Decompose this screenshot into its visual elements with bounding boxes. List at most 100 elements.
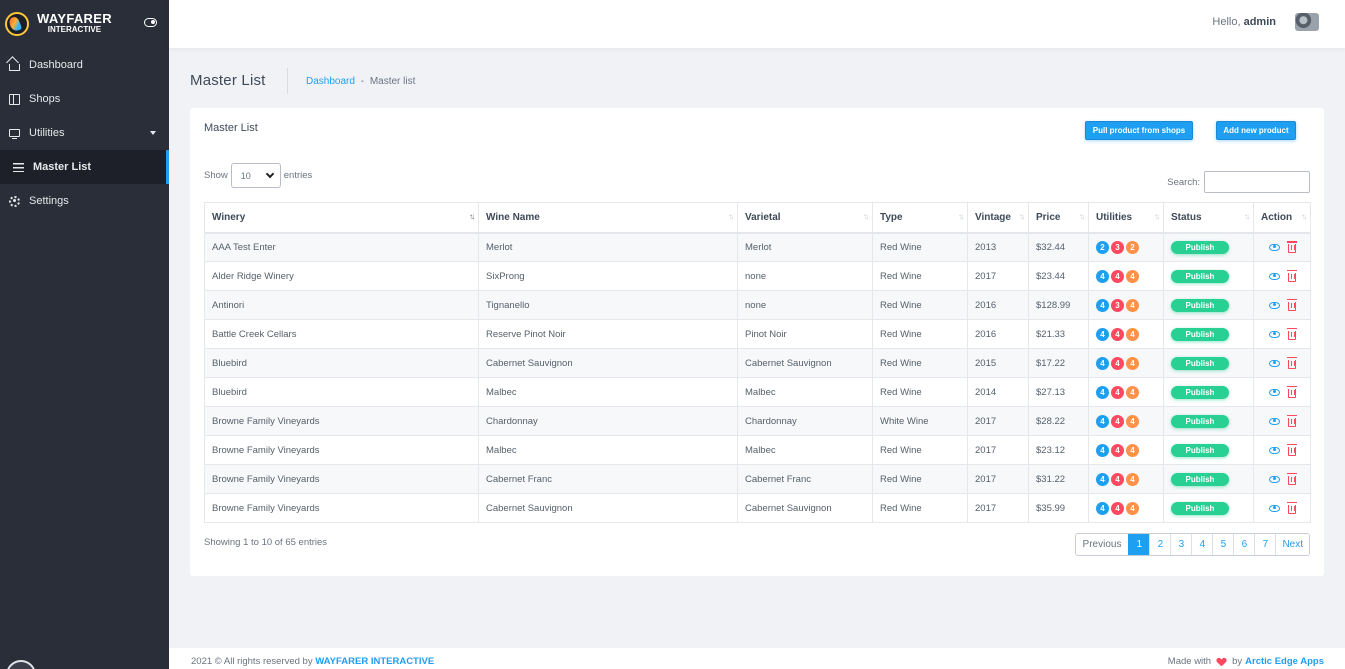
cell-type: Red Wine <box>872 261 968 291</box>
status-badge[interactable]: Publish <box>1171 385 1229 399</box>
utility-count-badge[interactable]: 4 <box>1111 472 1124 486</box>
column-header-wine-name[interactable]: Wine Name ↑↓ <box>478 202 738 234</box>
trash-icon[interactable] <box>1286 328 1297 340</box>
sidebar-item-master-list[interactable]: Master List <box>0 150 169 184</box>
trash-icon[interactable] <box>1286 415 1297 427</box>
utility-count-badge[interactable]: 4 <box>1126 472 1139 486</box>
status-badge[interactable]: Publish <box>1171 472 1229 486</box>
footer-brand-link[interactable]: WAYFARER INTERACTIVE <box>315 656 434 667</box>
utility-count-badge[interactable]: 2 <box>1096 240 1109 254</box>
footer-credit-link[interactable]: Arctic Edge Apps <box>1245 656 1324 667</box>
utility-count-badge[interactable]: 4 <box>1096 356 1109 370</box>
pull-products-button[interactable]: Pull product from shops <box>1085 121 1193 140</box>
help-bubble[interactable] <box>6 660 36 669</box>
trash-icon[interactable] <box>1286 386 1297 398</box>
pagination-next[interactable]: Next <box>1275 534 1309 555</box>
status-badge[interactable]: Publish <box>1171 443 1229 457</box>
status-badge[interactable]: Publish <box>1171 269 1229 283</box>
pagination-page[interactable]: 7 <box>1254 534 1276 555</box>
utility-count-badge[interactable]: 4 <box>1126 385 1139 399</box>
status-badge[interactable]: Publish <box>1171 356 1229 370</box>
utility-count-badge[interactable]: 4 <box>1096 501 1109 515</box>
utility-count-badge[interactable]: 4 <box>1111 385 1124 399</box>
utility-count-badge[interactable]: 4 <box>1126 356 1139 370</box>
utility-count-badge[interactable]: 4 <box>1126 269 1139 283</box>
utility-count-badge[interactable]: 4 <box>1126 501 1139 515</box>
trash-icon[interactable] <box>1286 299 1297 311</box>
status-badge[interactable]: Publish <box>1171 240 1229 254</box>
utility-count-badge[interactable]: 4 <box>1111 356 1124 370</box>
pagination-previous[interactable]: Previous <box>1075 534 1129 555</box>
utility-count-badge[interactable]: 3 <box>1111 240 1124 254</box>
pagination-page[interactable]: 5 <box>1212 534 1234 555</box>
utility-badges: 444 <box>1096 414 1156 428</box>
view-icon[interactable] <box>1269 243 1280 251</box>
trash-icon[interactable] <box>1286 357 1297 369</box>
sidebar-item-dashboard[interactable]: Dashboard <box>0 48 169 82</box>
utility-count-badge[interactable]: 4 <box>1096 327 1109 341</box>
brand[interactable]: WAYFARER INTERACTIVE <box>0 0 169 48</box>
utility-count-badge[interactable]: 4 <box>1096 385 1109 399</box>
add-product-button[interactable]: Add new product <box>1216 121 1296 140</box>
column-header-utilities[interactable]: Utilities ↑↓ <box>1088 202 1164 234</box>
sidebar-item-shops[interactable]: Shops <box>0 82 169 116</box>
utility-count-badge[interactable]: 4 <box>1096 472 1109 486</box>
sidebar-item-utilities[interactable]: Utilities <box>0 116 169 150</box>
footer-copyright: 2021 © All rights reserved by WAYFARER I… <box>191 656 435 667</box>
cell-vintage: 2014 <box>967 377 1029 407</box>
view-icon[interactable] <box>1269 359 1280 367</box>
view-icon[interactable] <box>1269 388 1280 396</box>
utility-count-badge[interactable]: 4 <box>1096 269 1109 283</box>
column-header-vintage[interactable]: Vintage ↑↓ <box>967 202 1029 234</box>
breadcrumb-home-link[interactable]: Dashboard <box>306 76 355 87</box>
status-badge[interactable]: Publish <box>1171 298 1229 312</box>
utility-count-badge[interactable]: 4 <box>1096 298 1109 312</box>
column-header-action[interactable]: Action ↑↓ <box>1253 202 1311 234</box>
utility-count-badge[interactable]: 4 <box>1111 443 1124 457</box>
pagination-page[interactable]: 3 <box>1170 534 1192 555</box>
utility-count-badge[interactable]: 4 <box>1126 443 1139 457</box>
pagination-page[interactable]: 4 <box>1191 534 1213 555</box>
view-icon[interactable] <box>1269 272 1280 280</box>
sidebar-toggle-icon[interactable] <box>144 18 157 27</box>
status-badge[interactable]: Publish <box>1171 327 1229 341</box>
search-input[interactable] <box>1204 171 1310 193</box>
status-badge[interactable]: Publish <box>1171 414 1229 428</box>
utility-count-badge[interactable]: 4 <box>1096 443 1109 457</box>
column-header-price[interactable]: Price ↑↓ <box>1028 202 1089 234</box>
trash-icon[interactable] <box>1286 241 1297 253</box>
cell-wine-name: Cabernet Sauvignon <box>478 348 738 378</box>
avatar[interactable] <box>1295 13 1319 31</box>
pagination-page[interactable]: 6 <box>1233 534 1255 555</box>
utility-count-badge[interactable]: 4 <box>1111 269 1124 283</box>
view-icon[interactable] <box>1269 330 1280 338</box>
trash-icon[interactable] <box>1286 502 1297 514</box>
utility-count-badge[interactable]: 3 <box>1111 298 1124 312</box>
trash-icon[interactable] <box>1286 473 1297 485</box>
column-header-type[interactable]: Type ↑↓ <box>872 202 968 234</box>
view-icon[interactable] <box>1269 475 1280 483</box>
column-header-winery[interactable]: Winery ↑↓ <box>204 202 479 234</box>
utility-count-badge[interactable]: 4 <box>1096 414 1109 428</box>
view-icon[interactable] <box>1269 504 1280 512</box>
column-header-varietal[interactable]: Varietal ↑↓ <box>737 202 873 234</box>
utility-count-badge[interactable]: 4 <box>1126 414 1139 428</box>
view-icon[interactable] <box>1269 446 1280 454</box>
entries-select[interactable]: 10 <box>230 163 281 188</box>
view-icon[interactable] <box>1269 301 1280 309</box>
utility-count-badge[interactable]: 4 <box>1111 501 1124 515</box>
sidebar-item-settings[interactable]: Settings <box>0 184 169 218</box>
utility-count-badge[interactable]: 2 <box>1126 240 1139 254</box>
trash-icon[interactable] <box>1286 270 1297 282</box>
view-icon[interactable] <box>1269 417 1280 425</box>
utility-count-badge[interactable]: 4 <box>1126 327 1139 341</box>
user-greeting[interactable]: Hello, admin <box>1212 16 1276 28</box>
utility-count-badge[interactable]: 4 <box>1126 298 1139 312</box>
pagination-page[interactable]: 2 <box>1149 534 1171 555</box>
column-header-status[interactable]: Status ↑↓ <box>1163 202 1254 234</box>
utility-count-badge[interactable]: 4 <box>1111 414 1124 428</box>
trash-icon[interactable] <box>1286 444 1297 456</box>
pagination-page[interactable]: 1 <box>1128 534 1150 555</box>
utility-count-badge[interactable]: 4 <box>1111 327 1124 341</box>
status-badge[interactable]: Publish <box>1171 501 1229 515</box>
